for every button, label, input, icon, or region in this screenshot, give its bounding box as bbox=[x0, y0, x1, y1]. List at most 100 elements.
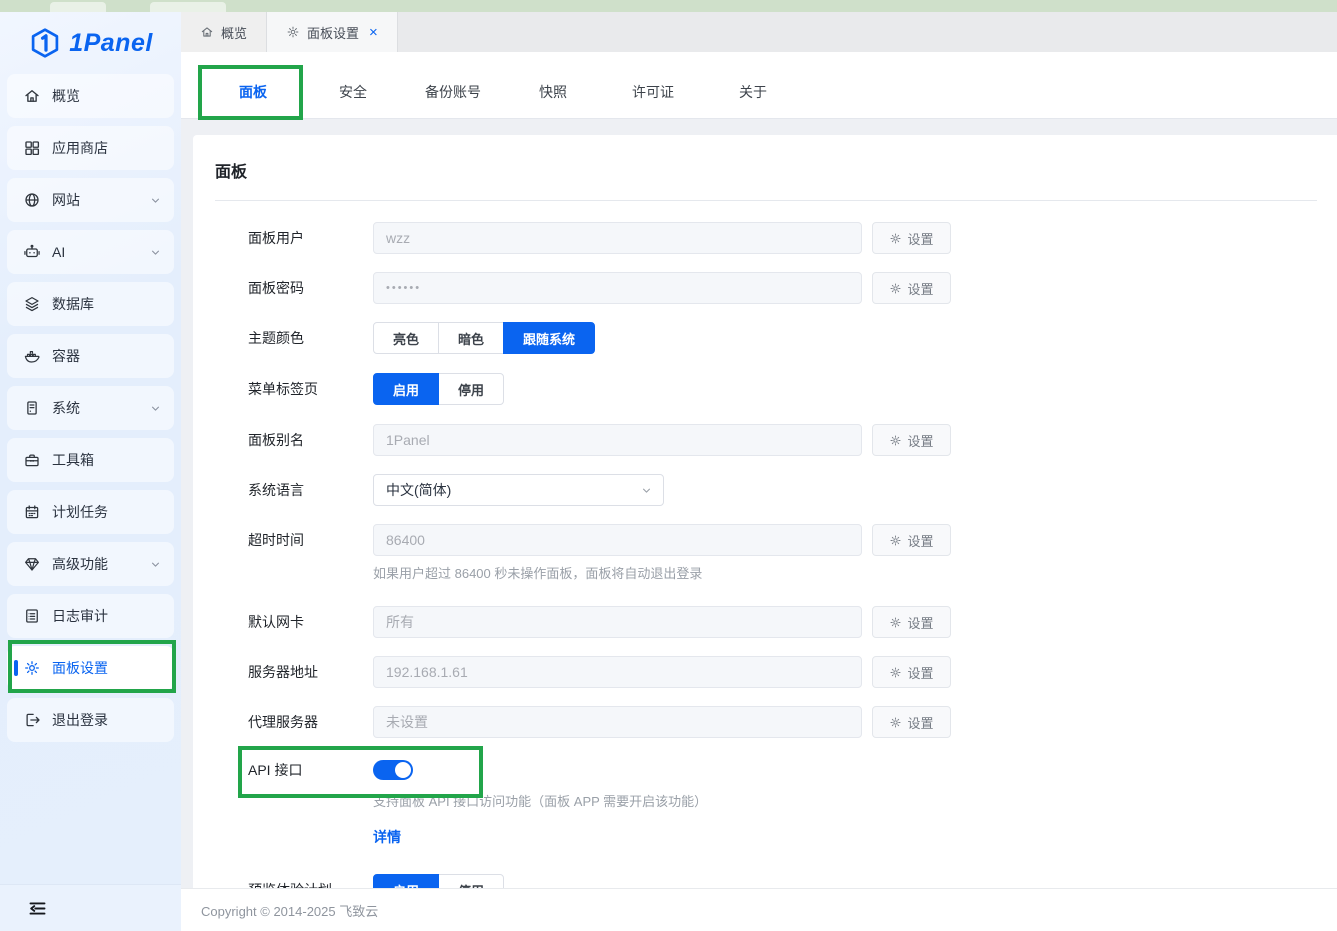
timeout-input[interactable]: 86400 bbox=[373, 524, 862, 556]
logo-text: 1Panel bbox=[69, 29, 153, 58]
chevron-down-icon bbox=[149, 558, 162, 571]
language-select[interactable]: 中文(简体) bbox=[373, 474, 664, 506]
home-icon bbox=[23, 87, 41, 105]
panel-alias-set-button[interactable]: 设置 bbox=[872, 424, 951, 456]
gear-icon bbox=[889, 232, 902, 245]
timeout-helper-text: 如果用户超过 86400 秒未操作面板，面板将自动退出登录 bbox=[373, 566, 951, 582]
sidebar-item-panel-settings[interactable]: 面板设置 bbox=[7, 646, 174, 690]
preview-enable-button[interactable]: 启用 bbox=[373, 874, 439, 888]
menu-tabs-button-group: 启用 停用 bbox=[373, 373, 951, 405]
sidebar-menu: 概览 应用商店 网站 AI 数据库 容器 bbox=[0, 74, 181, 742]
tab-snapshot[interactable]: 快照 bbox=[503, 65, 603, 119]
default-nic-set-button[interactable]: 设置 bbox=[872, 606, 951, 638]
theme-light-button[interactable]: 亮色 bbox=[373, 322, 439, 354]
form-row-timeout: 超时时间 86400 设置 如果用户超过 86400 秒未操作面板，面板将自动退… bbox=[248, 524, 1317, 582]
chevron-down-icon bbox=[640, 484, 653, 497]
menu-tabs-disable-button[interactable]: 停用 bbox=[438, 373, 504, 405]
menu-tabs-enable-button[interactable]: 启用 bbox=[373, 373, 439, 405]
tab-about[interactable]: 关于 bbox=[703, 65, 803, 119]
sidebar-item-ai[interactable]: AI bbox=[7, 230, 174, 274]
tab-license[interactable]: 许可证 bbox=[603, 65, 703, 119]
tab-label: 关于 bbox=[739, 82, 767, 102]
form-row-theme-color: 主题颜色 亮色 暗色 跟随系统 bbox=[248, 322, 1317, 354]
gear-icon bbox=[889, 716, 902, 729]
sidebar-item-label: 网站 bbox=[52, 190, 80, 210]
browser-tab-stub bbox=[150, 2, 226, 12]
preview-disable-button[interactable]: 停用 bbox=[438, 874, 504, 888]
app-grid-icon bbox=[23, 139, 41, 157]
sidebar-item-logout[interactable]: 退出登录 bbox=[7, 698, 174, 742]
toolbox-icon bbox=[23, 451, 41, 469]
tab-backup-account[interactable]: 备份账号 bbox=[403, 65, 503, 119]
tab-label: 快照 bbox=[539, 82, 567, 102]
theme-dark-button[interactable]: 暗色 bbox=[438, 322, 504, 354]
sidebar-item-system[interactable]: 系统 bbox=[7, 386, 174, 430]
form-row-language: 系统语言 中文(简体) bbox=[248, 474, 1317, 506]
layers-icon bbox=[23, 295, 41, 313]
sidebar-item-website[interactable]: 网站 bbox=[7, 178, 174, 222]
sidebar-item-cronjob[interactable]: 计划任务 bbox=[7, 490, 174, 534]
field-label: 主题颜色 bbox=[248, 322, 373, 354]
field-label: API 接口 bbox=[248, 754, 373, 847]
proxy-server-input[interactable]: 未设置 bbox=[373, 706, 862, 738]
sidebar-item-label: 概览 bbox=[52, 86, 80, 106]
sidebar-item-label: AI bbox=[52, 244, 65, 260]
sidebar-item-overview[interactable]: 概览 bbox=[7, 74, 174, 118]
chevron-down-icon bbox=[149, 194, 162, 207]
sidebar-item-advanced-features[interactable]: 高级功能 bbox=[7, 542, 174, 586]
gear-icon bbox=[286, 25, 300, 39]
panel-user-input[interactable]: wzz bbox=[373, 222, 862, 254]
sidebar-item-label: 退出登录 bbox=[52, 710, 108, 730]
close-icon[interactable]: × bbox=[369, 25, 378, 40]
sidebar-item-label: 系统 bbox=[52, 398, 80, 418]
chevron-down-icon bbox=[149, 402, 162, 415]
form-row-default-nic: 默认网卡 所有 设置 bbox=[248, 606, 1317, 638]
field-label: 超时时间 bbox=[248, 524, 373, 582]
sidebar-item-container[interactable]: 容器 bbox=[7, 334, 174, 378]
server-address-set-button[interactable]: 设置 bbox=[872, 656, 951, 688]
page-footer: Copyright © 2014-2025 飞致云 bbox=[181, 888, 1337, 931]
home-icon bbox=[200, 25, 214, 39]
proxy-server-set-button[interactable]: 设置 bbox=[872, 706, 951, 738]
tab-label: 安全 bbox=[339, 82, 367, 102]
sidebar-item-toolbox[interactable]: 工具箱 bbox=[7, 438, 174, 482]
calendar-icon bbox=[23, 503, 41, 521]
tab-panel[interactable]: 面板 bbox=[203, 65, 303, 119]
default-nic-input[interactable]: 所有 bbox=[373, 606, 862, 638]
sidebar-item-app-store[interactable]: 应用商店 bbox=[7, 126, 174, 170]
settings-form: 面板用户 wzz 设置 面板密码 •••••• bbox=[248, 222, 1317, 888]
window-tab-panel-settings[interactable]: 面板设置 × bbox=[267, 12, 398, 52]
field-label: 系统语言 bbox=[248, 474, 373, 506]
gear-icon bbox=[889, 616, 902, 629]
sidebar-item-label: 面板设置 bbox=[52, 658, 108, 678]
field-label: 默认网卡 bbox=[248, 606, 373, 638]
page-title: 面板 bbox=[215, 158, 1317, 182]
screen: 1Panel 概览 应用商店 网站 AI 数据库 bbox=[0, 0, 1337, 931]
window-tab-overview[interactable]: 概览 bbox=[181, 12, 267, 52]
form-row-proxy-server: 代理服务器 未设置 设置 bbox=[248, 706, 1317, 738]
sidebar-item-log-audit[interactable]: 日志审计 bbox=[7, 594, 174, 638]
theme-color-button-group: 亮色 暗色 跟随系统 bbox=[373, 322, 951, 354]
panel-alias-input[interactable]: 1Panel bbox=[373, 424, 862, 456]
api-interface-toggle[interactable] bbox=[373, 760, 413, 780]
server-address-input[interactable]: 192.168.1.61 bbox=[373, 656, 862, 688]
logo: 1Panel bbox=[0, 12, 181, 74]
sidebar-item-label: 日志审计 bbox=[52, 606, 108, 626]
sidebar-item-label: 工具箱 bbox=[52, 450, 94, 470]
tab-label: 面板 bbox=[239, 82, 267, 102]
timeout-set-button[interactable]: 设置 bbox=[872, 524, 951, 556]
sidebar-item-label: 应用商店 bbox=[52, 138, 108, 158]
browser-top-strip bbox=[0, 0, 1337, 12]
panel-password-set-button[interactable]: 设置 bbox=[872, 272, 951, 304]
collapse-menu-icon[interactable] bbox=[27, 898, 48, 919]
tab-security[interactable]: 安全 bbox=[303, 65, 403, 119]
preview-program-button-group: 启用 停用 bbox=[373, 874, 951, 888]
language-select-value: 中文(简体) bbox=[386, 480, 451, 500]
set-button-label: 设置 bbox=[907, 229, 933, 248]
window-tab-bar: 概览 面板设置 × bbox=[181, 12, 1337, 52]
panel-user-set-button[interactable]: 设置 bbox=[872, 222, 951, 254]
panel-password-input[interactable]: •••••• bbox=[373, 272, 862, 304]
sidebar-item-database[interactable]: 数据库 bbox=[7, 282, 174, 326]
theme-follow-system-button[interactable]: 跟随系统 bbox=[503, 322, 595, 354]
api-detail-link[interactable]: 详情 bbox=[373, 827, 401, 847]
